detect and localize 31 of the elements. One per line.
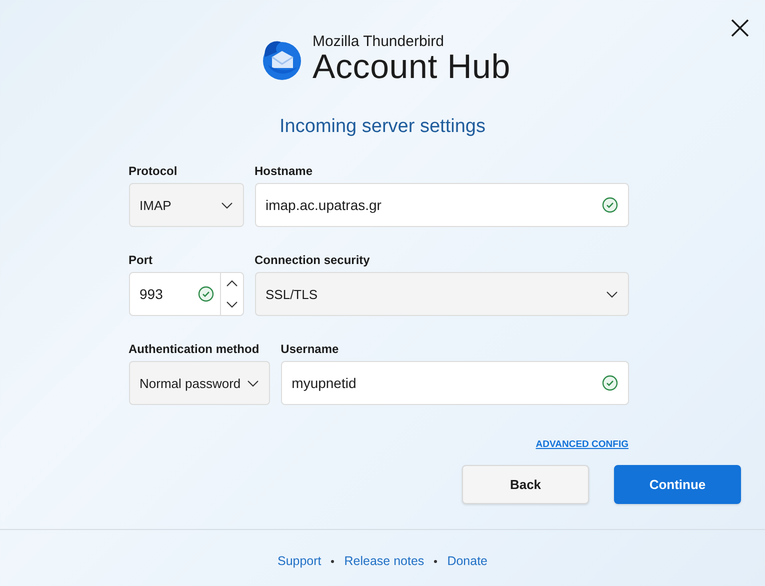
field-label: Hostname xyxy=(254,164,314,178)
app-title: Account Hub xyxy=(312,50,510,84)
field-label: Connection security xyxy=(254,253,371,267)
page-heading: Incoming server settings xyxy=(280,116,486,138)
footer-link[interactable]: Donate xyxy=(447,554,488,568)
chevron-down-icon xyxy=(606,290,618,298)
valid-check-icon xyxy=(602,197,618,213)
input-field[interactable]: myupnetid xyxy=(280,361,628,405)
input-field[interactable]: imap.ac.upatras.gr xyxy=(254,183,628,227)
valid-check-icon xyxy=(602,375,618,391)
field-label: Authentication method xyxy=(128,342,260,356)
footer-link[interactable]: Release notes xyxy=(344,554,424,568)
chevron-down-icon xyxy=(220,202,232,208)
number-field[interactable]: 993 xyxy=(128,272,244,316)
field-label: Username xyxy=(280,342,340,356)
separator-dot-icon xyxy=(331,560,334,562)
continue-button[interactable]: Continue xyxy=(614,465,741,504)
chevron-down-icon xyxy=(226,301,238,308)
separator-dot-icon xyxy=(434,560,438,562)
valid-check-icon xyxy=(198,286,214,302)
advanced-config-link[interactable]: ADVANCED CONFIG xyxy=(536,439,628,450)
brand-name: Mozilla Thunderbird xyxy=(312,33,445,50)
field-label: Port xyxy=(128,253,154,267)
back-button[interactable]: Back xyxy=(462,465,589,504)
footer-link[interactable]: Support xyxy=(277,554,322,568)
dropdown-select[interactable]: IMAP xyxy=(128,183,244,227)
chevron-down-icon xyxy=(246,380,259,386)
dropdown-select[interactable]: Normal password xyxy=(128,361,270,405)
chevron-up-icon xyxy=(226,280,238,287)
dropdown-select[interactable]: SSL/TLS xyxy=(254,272,628,316)
field-label: Protocol xyxy=(128,164,178,178)
